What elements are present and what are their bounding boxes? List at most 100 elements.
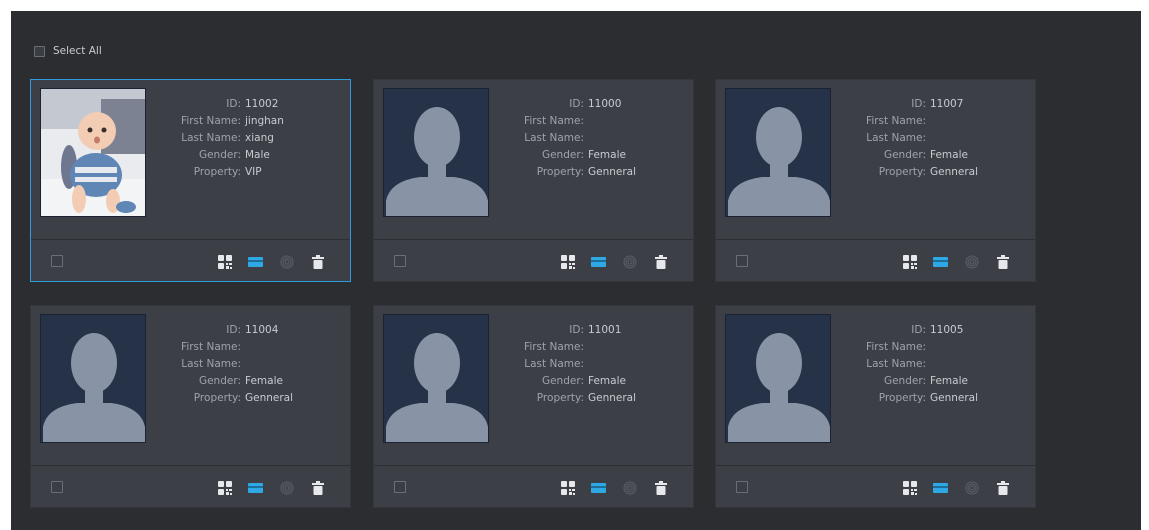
last-name-value: xiang: [245, 132, 274, 144]
id-value: 11007: [930, 98, 964, 110]
gender-value: Female: [245, 375, 283, 387]
fingerprint-icon[interactable]: [623, 480, 637, 495]
person-photo: [725, 88, 831, 217]
person-photo: [383, 314, 489, 443]
person-photo: [383, 88, 489, 217]
fingerprint-icon[interactable]: [965, 254, 979, 269]
qr-code-icon[interactable]: [903, 254, 917, 269]
gender-label: Gender:: [541, 149, 584, 161]
gender-value: Male: [245, 149, 270, 161]
property-value: Genneral: [930, 392, 979, 404]
card-footer: [31, 466, 350, 508]
id-label: ID:: [911, 324, 926, 336]
card-checkbox[interactable]: [51, 255, 63, 267]
last-name-label: Last Name:: [866, 132, 926, 144]
id-label: ID:: [226, 98, 241, 110]
card-footer: [374, 466, 693, 508]
id-value: 11004: [245, 324, 279, 336]
id-label: ID:: [226, 324, 241, 336]
trash-icon[interactable]: [997, 254, 1011, 269]
last-name-label: Last Name:: [524, 132, 584, 144]
fingerprint-icon[interactable]: [280, 480, 294, 495]
property-value: VIP: [245, 166, 262, 178]
qr-code-icon[interactable]: [561, 254, 575, 269]
card-checkbox[interactable]: [51, 481, 63, 493]
gender-value: Female: [588, 149, 626, 161]
last-name-label: Last Name:: [181, 358, 241, 370]
first-name-label: First Name:: [181, 341, 241, 353]
gender-label: Gender:: [198, 375, 241, 387]
card-checkbox[interactable]: [736, 255, 748, 267]
qr-code-icon[interactable]: [561, 480, 575, 495]
qr-code-icon[interactable]: [903, 480, 917, 495]
card-footer: [374, 240, 693, 282]
id-label: ID:: [569, 324, 584, 336]
last-name-label: Last Name:: [524, 358, 584, 370]
card-checkbox[interactable]: [736, 481, 748, 493]
trash-icon[interactable]: [997, 480, 1011, 495]
property-label: Property:: [536, 392, 584, 404]
card-icon[interactable]: [591, 254, 606, 268]
gender-label: Gender:: [883, 149, 926, 161]
card-icon[interactable]: [933, 254, 948, 268]
first-name-label: First Name:: [866, 115, 926, 127]
id-value: 11005: [930, 324, 964, 336]
trash-icon[interactable]: [312, 480, 326, 495]
card-icon[interactable]: [248, 254, 263, 268]
first-name-label: First Name:: [181, 115, 241, 127]
id-value: 11001: [588, 324, 622, 336]
fingerprint-icon[interactable]: [280, 254, 294, 269]
person-info: ID: 11007 First Name: Last Name: Gender: F…: [843, 96, 1033, 181]
gender-value: Female: [930, 375, 968, 387]
trash-icon[interactable]: [655, 254, 669, 269]
qr-code-icon[interactable]: [218, 254, 232, 269]
gender-label: Gender:: [198, 149, 241, 161]
first-name-label: First Name:: [866, 341, 926, 353]
property-label: Property:: [536, 166, 584, 178]
card-icon[interactable]: [248, 480, 263, 494]
select-all-checkbox[interactable]: [34, 45, 45, 57]
person-card[interactable]: ID: 11002 First Name: jinghan Last Name: xi…: [30, 79, 351, 282]
card-checkbox[interactable]: [394, 481, 406, 493]
person-card[interactable]: ID: 11001 First Name: Last Name: Gender: F…: [373, 305, 694, 508]
property-label: Property:: [878, 392, 926, 404]
person-card[interactable]: ID: 11005 First Name: Last Name: Gender: F…: [715, 305, 1036, 508]
select-all-label: Select All: [53, 45, 102, 57]
first-name-label: First Name:: [524, 341, 584, 353]
person-photo: [40, 88, 146, 217]
property-value: Genneral: [588, 392, 637, 404]
property-label: Property:: [878, 166, 926, 178]
person-photo: [725, 314, 831, 443]
id-label: ID:: [569, 98, 584, 110]
person-info: ID: 11005 First Name: Last Name: Gender: F…: [843, 322, 1033, 407]
person-info: ID: 11001 First Name: Last Name: Gender: F…: [501, 322, 691, 407]
person-card[interactable]: ID: 11007 First Name: Last Name: Gender: F…: [715, 79, 1036, 282]
card-footer: [716, 240, 1035, 282]
person-card[interactable]: ID: 11004 First Name: Last Name: Gender: F…: [30, 305, 351, 508]
fingerprint-icon[interactable]: [965, 480, 979, 495]
qr-code-icon[interactable]: [218, 480, 232, 495]
trash-icon[interactable]: [655, 480, 669, 495]
card-footer: [716, 466, 1035, 508]
card-icon[interactable]: [933, 480, 948, 494]
card-icon[interactable]: [591, 480, 606, 494]
id-label: ID:: [911, 98, 926, 110]
card-checkbox[interactable]: [394, 255, 406, 267]
person-photo: [40, 314, 146, 443]
person-card[interactable]: ID: 11000 First Name: Last Name: Gender: F…: [373, 79, 694, 282]
id-value: 11000: [588, 98, 622, 110]
gender-value: Female: [930, 149, 968, 161]
last-name-label: Last Name:: [181, 132, 241, 144]
person-info: ID: 11002 First Name: jinghan Last Name: xi…: [158, 96, 348, 181]
property-label: Property:: [193, 392, 241, 404]
first-name-value: jinghan: [245, 115, 284, 127]
gender-label: Gender:: [883, 375, 926, 387]
trash-icon[interactable]: [312, 254, 326, 269]
property-value: Genneral: [588, 166, 637, 178]
fingerprint-icon[interactable]: [623, 254, 637, 269]
card-footer: [31, 240, 350, 282]
gender-label: Gender:: [541, 375, 584, 387]
select-all-control[interactable]: Select All: [34, 44, 102, 58]
property-value: Genneral: [245, 392, 294, 404]
person-info: ID: 11004 First Name: Last Name: Gender: F…: [158, 322, 348, 407]
